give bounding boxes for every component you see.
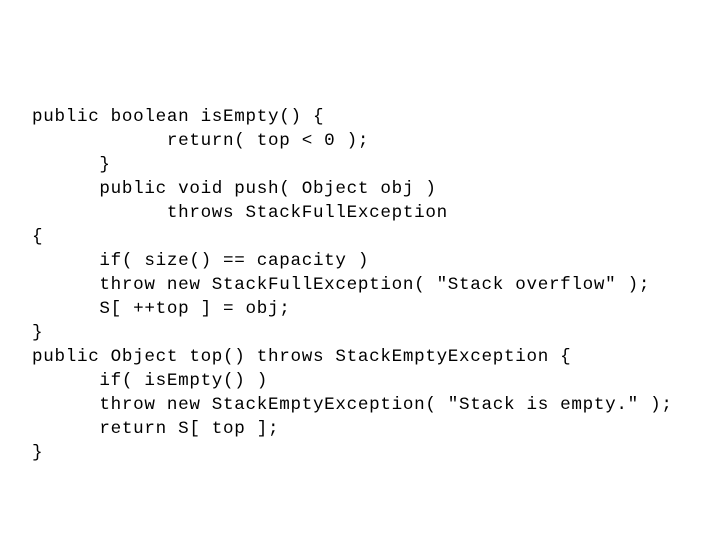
code-line: if( size() == capacity ) <box>32 251 370 271</box>
code-line: } <box>32 443 44 463</box>
code-line: public Object top() throws StackEmptyExc… <box>32 347 572 367</box>
code-line: { <box>32 227 44 247</box>
code-line: return( top < 0 ); <box>32 131 370 151</box>
code-line: } <box>32 155 111 175</box>
code-listing: public boolean isEmpty() { return( top <… <box>32 105 673 465</box>
code-line: S[ ++top ] = obj; <box>32 299 291 319</box>
code-line: if( isEmpty() ) <box>32 371 268 391</box>
code-line: throw new StackEmptyException( "Stack is… <box>32 395 673 415</box>
code-line: return S[ top ]; <box>32 419 280 439</box>
code-line: } <box>32 323 44 343</box>
slide-canvas: public boolean isEmpty() { return( top <… <box>0 0 720 540</box>
code-line: throw new StackFullException( "Stack ove… <box>32 275 651 295</box>
code-line: throws StackFullException <box>32 203 448 223</box>
code-line: public boolean isEmpty() { <box>32 107 325 127</box>
code-line: public void push( Object obj ) <box>32 179 437 199</box>
